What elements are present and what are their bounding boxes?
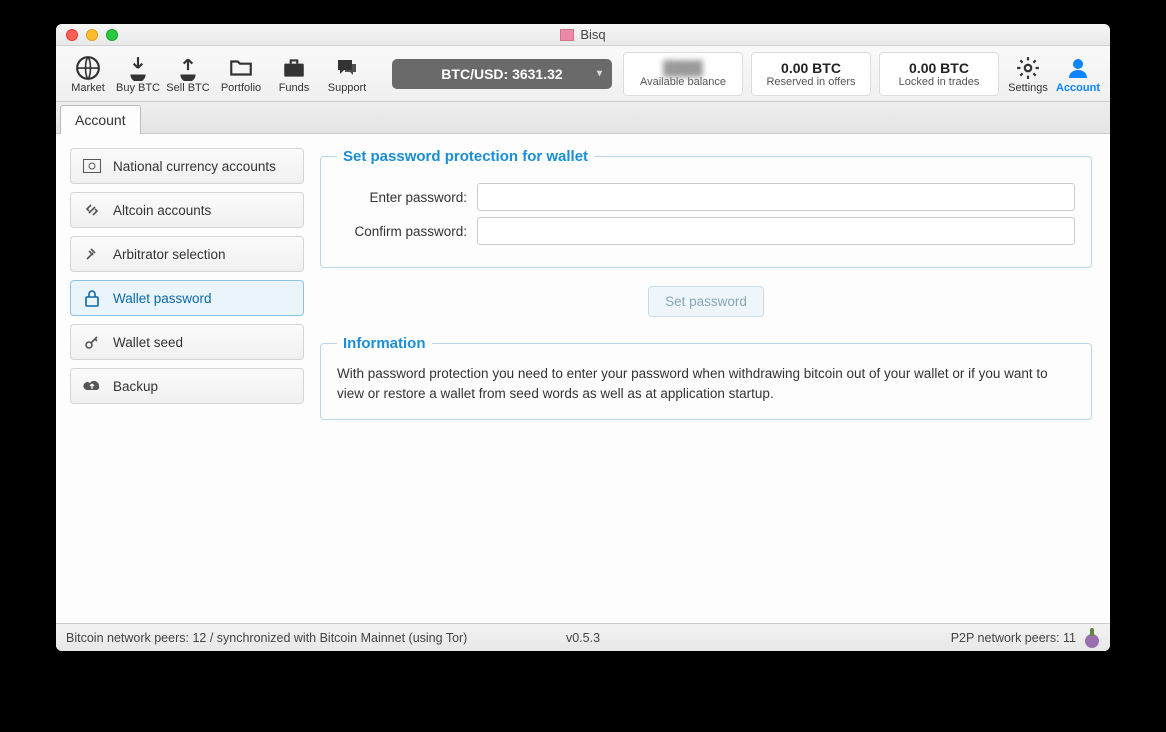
window-title-area: Bisq [56, 27, 1110, 42]
lock-icon [83, 289, 101, 307]
set-password-button[interactable]: Set password [648, 286, 764, 317]
nav-funds-label: Funds [279, 82, 310, 94]
folder-icon [226, 54, 256, 82]
gear-icon [1013, 54, 1043, 82]
balance-locked-label: Locked in trades [899, 76, 980, 88]
balance-reserved: 0.00 BTC Reserved in offers [751, 52, 871, 96]
cloud-upload-icon [83, 377, 101, 395]
tab-strip: Account [56, 102, 1110, 134]
nav-support-label: Support [328, 82, 367, 94]
gavel-icon [83, 245, 101, 263]
nav-account-label: Account [1056, 82, 1100, 94]
nav-market-label: Market [71, 82, 105, 94]
nav-settings[interactable]: Settings [1004, 48, 1052, 100]
nav-portfolio-label: Portfolio [221, 82, 261, 94]
set-password-row: Set password [320, 286, 1092, 317]
app-icon [560, 29, 574, 41]
confirm-password-label: Confirm password: [337, 224, 477, 239]
sidebar-item-altcoin[interactable]: Altcoin accounts [70, 192, 304, 228]
titlebar: Bisq [56, 24, 1110, 46]
information-legend: Information [337, 335, 432, 352]
price-selector[interactable]: BTC/USD: 3631.32 ▾ [392, 59, 612, 89]
sidebar-item-wallet-password[interactable]: Wallet password [70, 280, 304, 316]
download-cart-icon [123, 54, 153, 82]
sidebar-item-label: Arbitrator selection [113, 247, 226, 262]
chat-icon [332, 54, 362, 82]
sidebar-item-label: Wallet password [113, 291, 212, 306]
upload-cart-icon [173, 54, 203, 82]
status-version: v0.5.3 [56, 631, 1110, 645]
main-content: Set password protection for wallet Enter… [314, 134, 1110, 623]
sidebar-item-label: Wallet seed [113, 335, 183, 350]
set-password-button-label: Set password [665, 294, 747, 309]
nav-buy[interactable]: Buy BTC [114, 48, 162, 100]
banknote-icon [83, 157, 101, 175]
enter-password-label: Enter password: [337, 190, 477, 205]
enter-password-input[interactable] [477, 183, 1075, 211]
link-icon [83, 201, 101, 219]
information-group: Information With password protection you… [320, 335, 1092, 420]
sidebar-item-label: National currency accounts [113, 159, 276, 174]
briefcase-icon [279, 54, 309, 82]
person-icon [1063, 54, 1093, 82]
key-icon [83, 333, 101, 351]
account-sidebar: National currency accounts Altcoin accou… [56, 134, 314, 623]
globe-icon [73, 54, 103, 82]
tab-account-label: Account [75, 112, 126, 128]
main-toolbar: Market Buy BTC Sell BTC Portfolio Funds [56, 46, 1110, 102]
app-window: Bisq Market Buy BTC Sell BTC Portf [56, 24, 1110, 651]
nav-sell[interactable]: Sell BTC [164, 48, 212, 100]
nav-support[interactable]: Support [320, 48, 374, 100]
sidebar-item-national-currency[interactable]: National currency accounts [70, 148, 304, 184]
sidebar-item-wallet-seed[interactable]: Wallet seed [70, 324, 304, 360]
balance-locked-value: 0.00 BTC [909, 60, 969, 76]
nav-sell-label: Sell BTC [166, 82, 209, 94]
confirm-password-input[interactable] [477, 217, 1075, 245]
status-bar: Bitcoin network peers: 12 / synchronized… [56, 623, 1110, 651]
nav-funds[interactable]: Funds [270, 48, 318, 100]
price-value: BTC/USD: 3631.32 [441, 66, 562, 82]
information-text: With password protection you need to ent… [337, 364, 1075, 403]
row-confirm-password: Confirm password: [337, 217, 1075, 245]
nav-settings-label: Settings [1008, 82, 1048, 94]
nav-buy-label: Buy BTC [116, 82, 160, 94]
window-title: Bisq [580, 27, 605, 42]
balance-reserved-value: 0.00 BTC [781, 60, 841, 76]
sidebar-item-arbitrator[interactable]: Arbitrator selection [70, 236, 304, 272]
sidebar-item-label: Backup [113, 379, 158, 394]
sidebar-item-label: Altcoin accounts [113, 203, 211, 218]
password-group: Set password protection for wallet Enter… [320, 148, 1092, 268]
row-enter-password: Enter password: [337, 183, 1075, 211]
tor-onion-icon [1084, 628, 1100, 648]
balance-reserved-label: Reserved in offers [766, 76, 855, 88]
sidebar-item-backup[interactable]: Backup [70, 368, 304, 404]
chevron-down-icon: ▾ [597, 68, 602, 79]
nav-portfolio[interactable]: Portfolio [214, 48, 268, 100]
balance-available: ████ Available balance [623, 52, 743, 96]
balance-available-label: Available balance [640, 76, 726, 88]
nav-account[interactable]: Account [1054, 48, 1102, 100]
nav-market[interactable]: Market [64, 48, 112, 100]
balance-locked: 0.00 BTC Locked in trades [879, 52, 999, 96]
balance-available-value: ████ [663, 60, 703, 76]
tab-account[interactable]: Account [60, 105, 141, 134]
password-group-legend: Set password protection for wallet [337, 148, 594, 165]
content-area: National currency accounts Altcoin accou… [56, 134, 1110, 623]
